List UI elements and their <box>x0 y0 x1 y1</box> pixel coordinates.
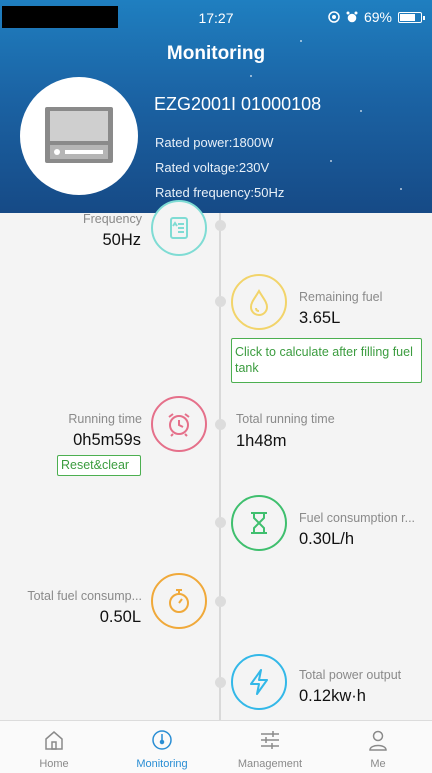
total-fuel-consumption-label: Total fuel consump... <box>27 589 142 603</box>
frequency-label: Frequency <box>82 212 142 226</box>
device-model: EZG2001I 01000108 <box>154 94 322 114</box>
timeline-dot <box>215 220 226 231</box>
nav-item-management[interactable]: Management <box>216 721 324 773</box>
timeline-dot <box>215 419 226 430</box>
total-fuel-consumption-value: 0.50L <box>99 608 141 626</box>
fuel-consumption-rate-label: Fuel consumption r... <box>299 511 416 525</box>
total-power-output-label: Total power output <box>299 668 402 682</box>
nav-item-monitoring[interactable]: Monitoring <box>108 721 216 773</box>
header: 17:27 69% Monitoring EZG2001I 01000108 R… <box>0 0 432 213</box>
rated-voltage: Rated voltage:230V <box>155 160 270 175</box>
home-icon <box>45 731 63 750</box>
rated-frequency: Rated frequency:50Hz <box>155 185 285 200</box>
frequency-circle <box>151 200 207 256</box>
status-icons: 69% <box>328 9 425 25</box>
timeline-dot <box>215 517 226 528</box>
running-time-label: Running time <box>68 412 142 426</box>
battery-icon <box>398 11 425 23</box>
total-running-time-value: 1h48m <box>236 432 287 450</box>
sliders-icon <box>261 731 279 749</box>
frequency-icon <box>170 217 188 239</box>
nav-label-monitoring: Monitoring <box>136 758 188 770</box>
nav-item-home[interactable]: Home <box>0 721 108 773</box>
running-time-circle <box>151 396 207 452</box>
fuel-drop-icon <box>249 288 269 316</box>
battery-percent: 69% <box>363 9 392 25</box>
total-fuel-consumption-circle <box>151 573 207 629</box>
fuel-consumption-rate-circle <box>231 495 287 551</box>
calculate-fuel-button[interactable]: Click to calculate after filling fuel ta… <box>231 338 422 383</box>
user-icon <box>369 730 387 751</box>
remaining-fuel-value: 3.65L <box>299 309 341 327</box>
alarm-icon <box>346 11 358 23</box>
location-icon <box>328 11 340 23</box>
remaining-fuel-circle <box>231 274 287 330</box>
remaining-fuel-label: Remaining fuel <box>299 290 383 304</box>
fuel-consumption-rate-value: 0.30L/h <box>299 530 355 548</box>
total-running-time-label: Total running time <box>236 412 335 426</box>
timeline-line <box>219 213 221 720</box>
rated-power: Rated power:1800W <box>155 135 274 150</box>
total-power-output-circle <box>231 654 287 710</box>
running-time-value: 0h5m59s <box>73 431 141 449</box>
timeline-dot <box>215 296 226 307</box>
timeline-dot <box>215 677 226 688</box>
nav-item-me[interactable]: Me <box>324 721 432 773</box>
bottom-nav: Home Monitoring Management Me <box>0 720 432 773</box>
generator-icon <box>45 107 113 163</box>
nav-label-management: Management <box>237 758 303 770</box>
hourglass-icon <box>251 512 267 534</box>
lightning-icon <box>250 669 268 695</box>
device-avatar <box>20 77 138 195</box>
total-power-output-value: 0.12kw·h <box>299 687 366 705</box>
gauge-icon <box>152 730 172 750</box>
timeline-dot <box>215 596 226 607</box>
nav-label-home: Home <box>39 758 69 770</box>
nav-label-me: Me <box>370 758 386 770</box>
page-title: Monitoring <box>166 43 266 64</box>
alarm-clock-icon <box>168 413 190 437</box>
frequency-value: 50Hz <box>102 231 141 249</box>
stopwatch-icon <box>169 589 189 613</box>
reset-clear-button[interactable]: Reset&clear <box>57 455 141 476</box>
